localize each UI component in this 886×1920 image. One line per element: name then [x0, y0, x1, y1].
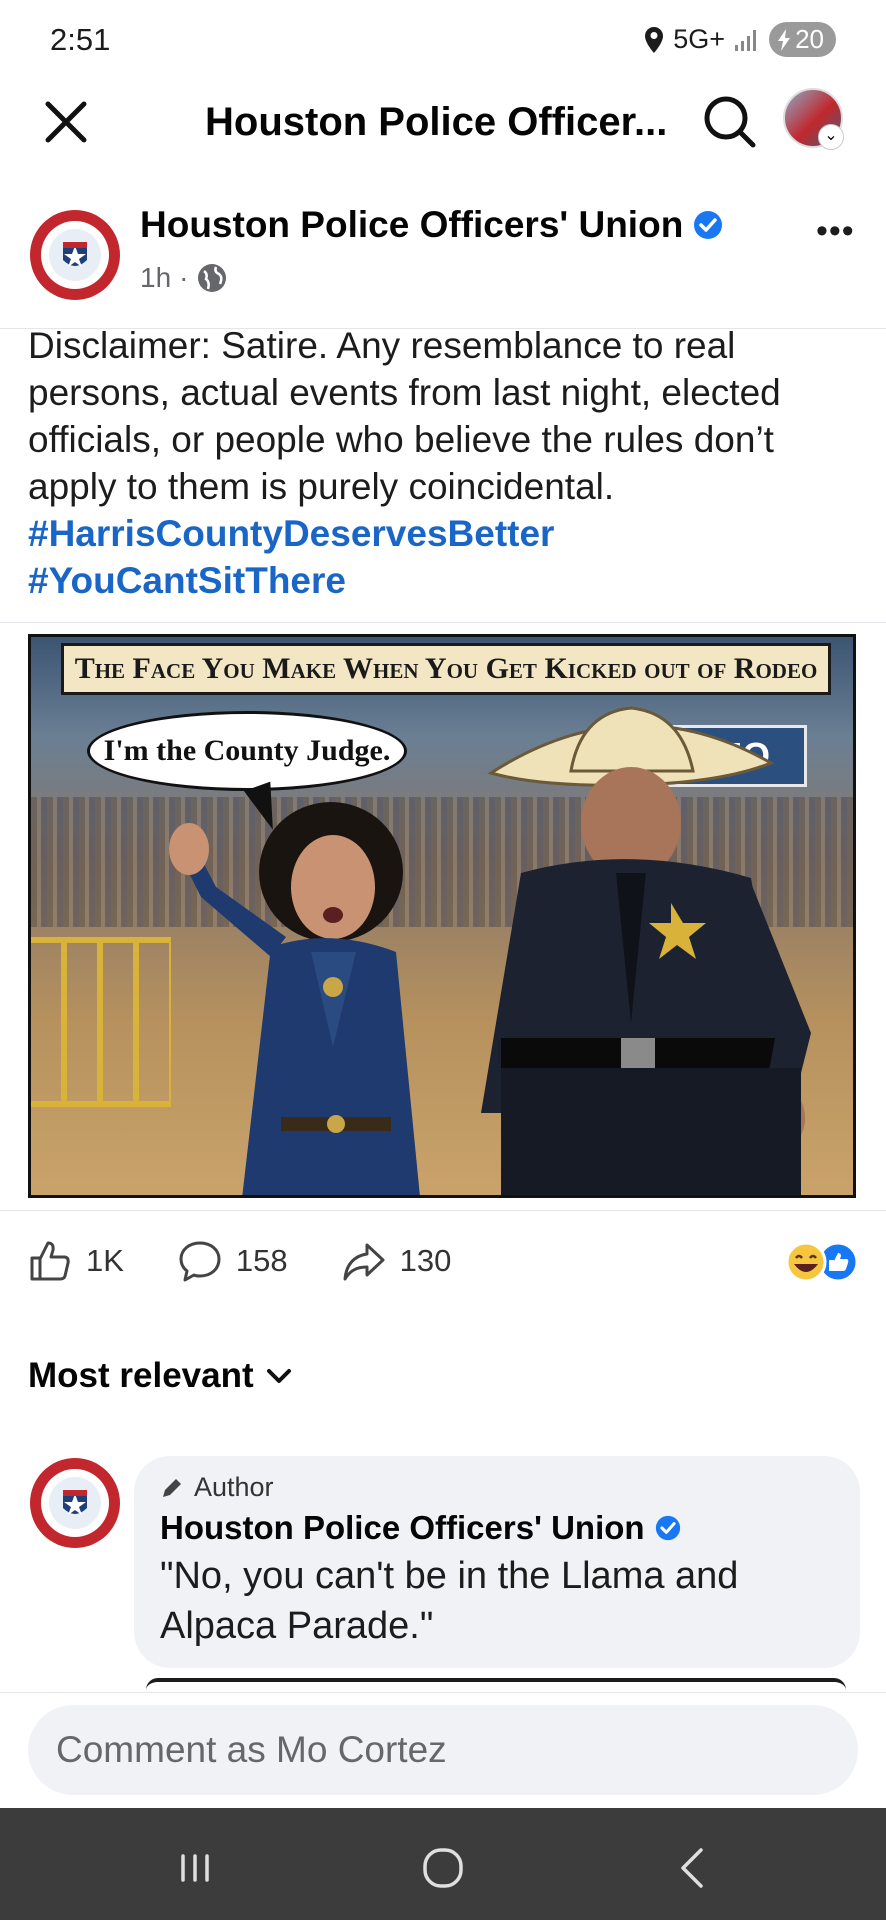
- share-arrow-icon: [343, 1243, 385, 1281]
- post-body: Disclaimer: Satire. Any resemblance to r…: [28, 325, 781, 507]
- battery-level: 20: [795, 24, 824, 54]
- reactions-icon[interactable]: [784, 1240, 860, 1284]
- share-count: 130: [399, 1243, 452, 1278]
- post-author-name[interactable]: Houston Police Officers' Union: [140, 204, 683, 246]
- like-count: 1K: [86, 1243, 124, 1278]
- author-badge-label: Author: [194, 1472, 274, 1502]
- comic-caption: The Face You Make When You Get Kicked ou…: [61, 643, 831, 695]
- officer-figure: [481, 706, 811, 1195]
- union-logo-avatar[interactable]: [28, 208, 122, 302]
- location-icon: [645, 26, 664, 53]
- like-button[interactable]: 1K: [28, 1239, 124, 1283]
- close-icon[interactable]: [38, 94, 94, 150]
- post-text: Disclaimer: Satire. Any resemblance to r…: [28, 322, 868, 604]
- verified-badge-icon: [655, 1515, 680, 1541]
- speech-bubble: I'm the County Judge.: [87, 711, 407, 791]
- sort-label[interactable]: Most relevant: [28, 1356, 254, 1396]
- engagement-bar: 1K 158 130: [28, 1236, 505, 1286]
- pencil-icon: [163, 1478, 181, 1497]
- status-time: 2:51: [50, 22, 111, 57]
- chevron-down-icon: [266, 1369, 291, 1383]
- status-indicators: 5G+ 20: [643, 22, 836, 57]
- comment-attachment-preview: [146, 1678, 846, 1690]
- woman-figure: [169, 802, 420, 1195]
- comment-text: "No, you can't be in the Llama and Alpac…: [160, 1555, 739, 1647]
- comment-author-name[interactable]: Houston Police Officers' Union: [160, 1509, 645, 1547]
- meta-separator: ·: [179, 262, 189, 293]
- comment-input-bar: [0, 1692, 886, 1808]
- chevron-down-icon[interactable]: ⌄: [818, 124, 844, 150]
- thumbs-up-icon: [30, 1241, 70, 1281]
- recent-apps-icon[interactable]: [165, 1838, 225, 1898]
- verified-badge-icon: [694, 211, 723, 239]
- union-logo-avatar[interactable]: [28, 1456, 122, 1550]
- comment-bubble[interactable]: Author Houston Police Officers' Union "N…: [134, 1456, 860, 1668]
- page-header: Houston Police Officer... ⌄: [0, 84, 886, 184]
- hashtag-link[interactable]: #YouCantSitThere: [28, 557, 868, 604]
- comment-count: 158: [235, 1243, 288, 1278]
- home-icon[interactable]: [413, 1838, 473, 1898]
- charging-icon: [778, 28, 791, 51]
- more-options-icon[interactable]: •••: [816, 212, 855, 251]
- comment-button[interactable]: 158: [178, 1239, 288, 1283]
- page-title: Houston Police Officer...: [205, 100, 668, 144]
- status-bar: 2:51 5G+ 20: [0, 0, 886, 84]
- arena-fence: [31, 937, 171, 1107]
- post-time[interactable]: 1h: [140, 262, 171, 294]
- comment-bubble-icon: [179, 1241, 221, 1282]
- search-icon[interactable]: [700, 92, 758, 150]
- globe-icon: [198, 264, 227, 292]
- battery-indicator: 20: [769, 22, 836, 57]
- comment-sort-dropdown[interactable]: Most relevant: [28, 1356, 294, 1396]
- share-button[interactable]: 130: [342, 1239, 452, 1283]
- back-icon[interactable]: [663, 1838, 723, 1898]
- author-badge: Author: [160, 1472, 834, 1503]
- comment-author[interactable]: Houston Police Officers' Union: [160, 1509, 834, 1547]
- system-nav-bar: [0, 1808, 886, 1920]
- divider: [0, 622, 886, 623]
- network-label: 5G+: [673, 24, 726, 54]
- hashtag-link[interactable]: #HarrisCountyDeservesBetter: [28, 510, 868, 557]
- post-meta: 1h ·: [140, 262, 228, 294]
- post-image[interactable]: The Face You Make When You Get Kicked ou…: [28, 634, 856, 1198]
- comment-input[interactable]: [28, 1705, 858, 1795]
- post-author[interactable]: Houston Police Officers' Union: [140, 204, 723, 246]
- divider: [0, 1210, 886, 1211]
- signal-icon: [735, 29, 757, 51]
